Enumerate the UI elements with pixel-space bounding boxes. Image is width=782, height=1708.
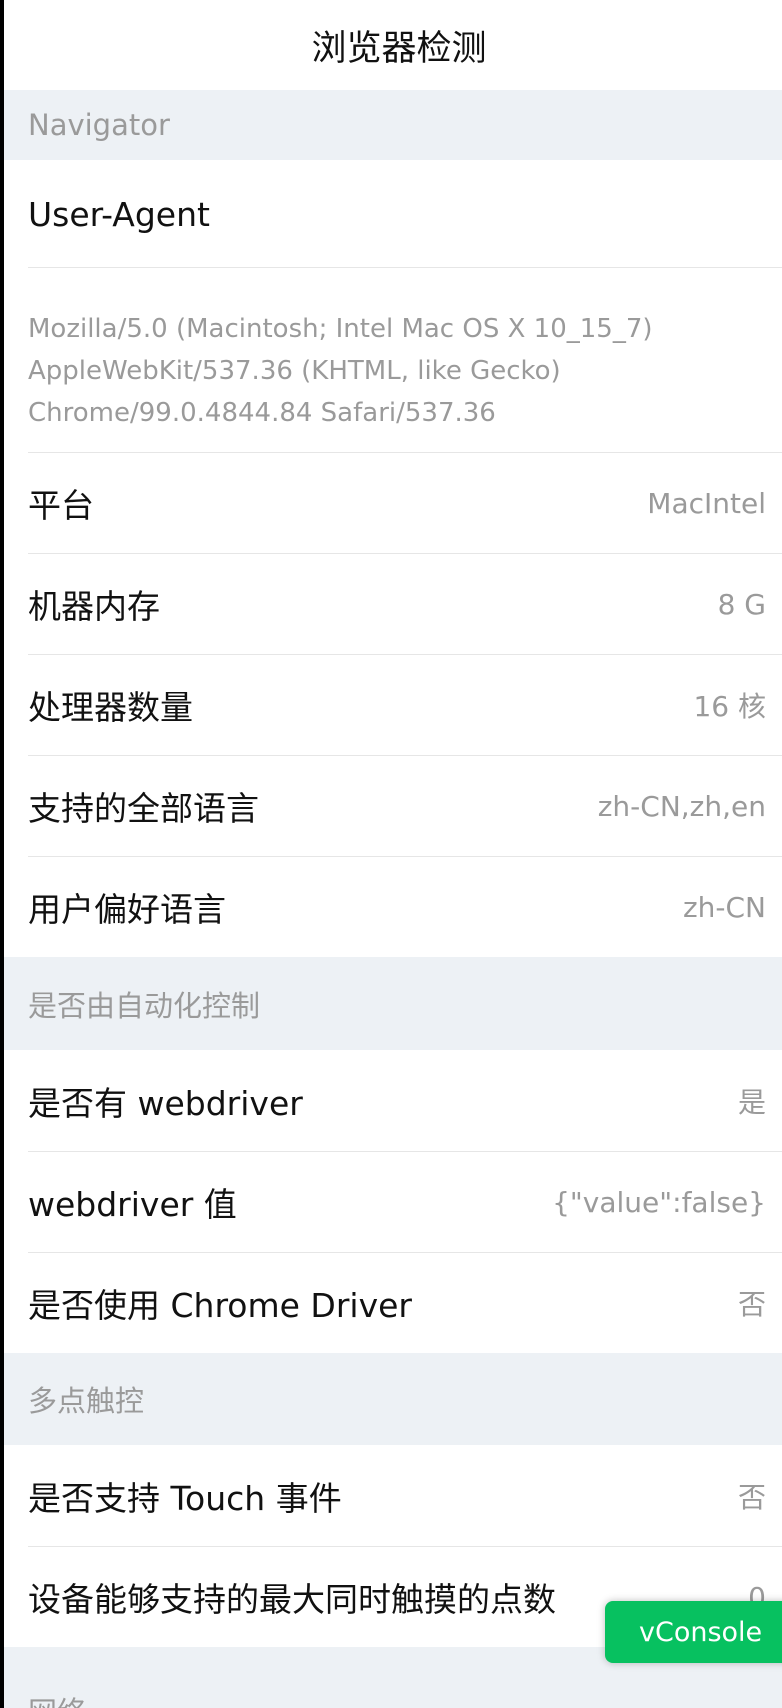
has-webdriver-value: 是 <box>737 1085 766 1119</box>
webdriver-value-label: webdriver 值 <box>28 1185 237 1224</box>
touch-support-label: 是否支持 Touch 事件 <box>28 1478 342 1518</box>
section-header-network-label: 网络 <box>28 1689 86 1708</box>
chrome-driver-value: 否 <box>737 1288 766 1321</box>
browser-detect-page: 浏览器检测 Navigator User-Agent Mozilla/5.0 (… <box>4 0 782 1708</box>
webdriver-value-value: {"value":false} <box>552 1185 766 1219</box>
preferred-language-label: 用户偏好语言 <box>28 890 226 929</box>
user-agent-label: User-Agent <box>28 194 210 234</box>
cpu-count-value: 16 核 <box>693 690 766 723</box>
has-webdriver-label: 是否有 webdriver <box>28 1083 303 1123</box>
languages-label: 支持的全部语言 <box>28 789 259 828</box>
user-agent-value: Mozilla/5.0 (Macintosh; Intel Mac OS X 1… <box>28 267 782 453</box>
languages-value: zh-CN,zh,en <box>597 789 766 823</box>
cpu-count-label: 处理器数量 <box>28 688 193 727</box>
preferred-language-value: zh-CN <box>682 890 766 924</box>
platform-row: 平台 MacIntel <box>28 452 782 553</box>
memory-value: 8 G <box>717 587 766 621</box>
touch-support-value: 否 <box>737 1480 766 1514</box>
section-header-navigator: Navigator <box>4 90 782 160</box>
user-agent-line: Mozilla/5.0 (Macintosh; Intel Mac OS X 1… <box>28 314 653 344</box>
webdriver-value-row: webdriver 值 {"value":false} <box>28 1151 782 1252</box>
user-agent-row: User-Agent <box>28 160 782 268</box>
user-agent-line: Chrome/99.0.4844.84 Safari/537.36 <box>28 398 496 428</box>
platform-label: 平台 <box>28 486 94 525</box>
platform-value: MacIntel <box>647 486 766 520</box>
has-webdriver-row: 是否有 webdriver 是 <box>28 1050 782 1151</box>
chrome-driver-label: 是否使用 Chrome Driver <box>28 1286 412 1325</box>
touch-support-row: 是否支持 Touch 事件 否 <box>28 1445 782 1546</box>
user-agent-line: AppleWebKit/537.36 (KHTML, like Gecko) <box>28 356 561 386</box>
memory-row: 机器内存 8 G <box>28 553 782 654</box>
section-header-automation: 是否由自动化控制 <box>4 957 782 1050</box>
page-title: 浏览器检测 <box>4 0 782 90</box>
memory-label: 机器内存 <box>28 587 160 626</box>
chrome-driver-row: 是否使用 Chrome Driver 否 <box>28 1252 782 1353</box>
section-header-touch: 多点触控 <box>4 1353 782 1445</box>
languages-row: 支持的全部语言 zh-CN,zh,en <box>28 755 782 856</box>
preferred-language-row: 用户偏好语言 zh-CN <box>28 856 782 957</box>
cpu-count-row: 处理器数量 16 核 <box>28 654 782 755</box>
vconsole-button[interactable]: vConsole <box>605 1601 782 1663</box>
max-touch-points-label: 设备能够支持的最大同时触摸的点数 <box>28 1580 556 1619</box>
